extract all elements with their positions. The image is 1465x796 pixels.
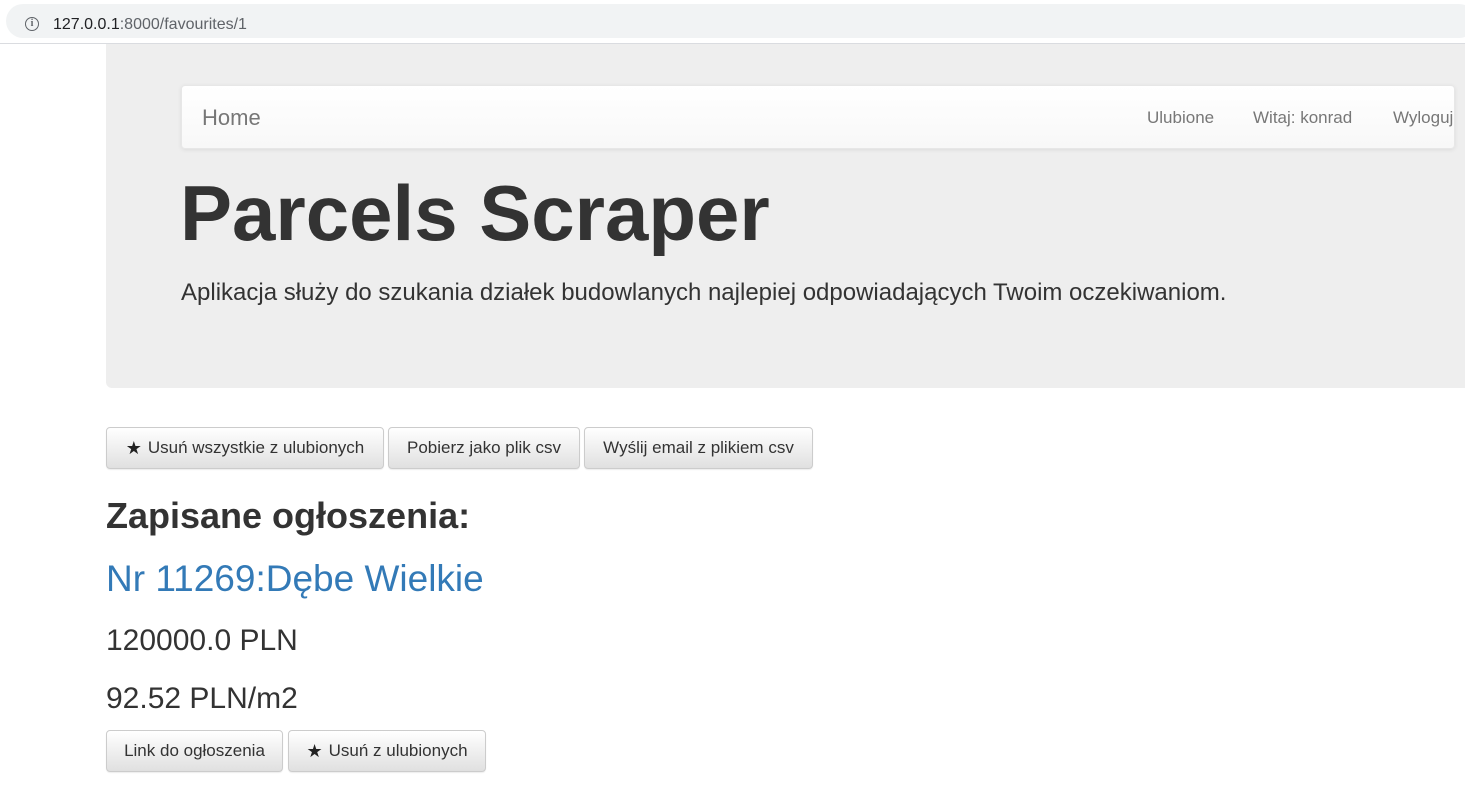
saved-listings-heading: Zapisane ogłoszenia: [106, 495, 471, 536]
navbar: Home Ulubione Witaj: konrad Wyloguj [181, 85, 1455, 149]
page-lead: Aplikacja służy do szukania działek budo… [181, 279, 1227, 306]
listing-price: 120000.0 PLN [106, 624, 298, 657]
navbar-home-link[interactable]: Home [202, 105, 261, 131]
listing-price-per-m2: 92.52 PLN/m2 [106, 682, 298, 715]
listing-link-button[interactable]: Link do ogłoszenia [106, 730, 283, 772]
nav-link-logout[interactable]: Wyloguj [1393, 108, 1453, 128]
download-csv-button[interactable]: Pobierz jako plik csv [388, 427, 580, 469]
email-csv-button[interactable]: Wyślij email z plikiem csv [584, 427, 813, 469]
url-path: :8000/favourites/1 [119, 16, 247, 33]
remove-from-favourites-label: Usuń z ulubionych [328, 741, 468, 760]
listing-title-link[interactable]: Nr 11269:Dębe Wielkie [106, 558, 484, 600]
url-host: 127.0.0.1 [53, 16, 120, 33]
url-text[interactable]: 127.0.0.1:8000/favourites/1 [53, 16, 247, 34]
jumbotron: Home Ulubione Witaj: konrad Wyloguj Parc… [106, 44, 1465, 388]
star-icon: ★ [306, 741, 323, 761]
browser-address-bar: i 127.0.0.1:8000/favourites/1 [0, 0, 1465, 44]
listing-link-label: Link do ogłoszenia [124, 741, 265, 760]
page-title: Parcels Scraper [180, 169, 770, 257]
star-icon: ★ [125, 438, 142, 458]
remove-from-favourites-button[interactable]: ★ Usuń z ulubionych [288, 730, 486, 772]
info-icon[interactable]: i [25, 17, 39, 31]
remove-all-favourites-button[interactable]: ★ Usuń wszystkie z ulubionych [106, 427, 384, 469]
url-omnibox[interactable]: i 127.0.0.1:8000/favourites/1 [6, 4, 1465, 38]
download-csv-label: Pobierz jako plik csv [406, 438, 561, 457]
remove-all-label: Usuń wszystkie z ulubionych [147, 438, 365, 457]
email-csv-label: Wyślij email z plikiem csv [603, 438, 794, 457]
nav-link-user-greeting[interactable]: Witaj: konrad [1253, 108, 1352, 128]
nav-link-favourites[interactable]: Ulubione [1147, 108, 1214, 128]
